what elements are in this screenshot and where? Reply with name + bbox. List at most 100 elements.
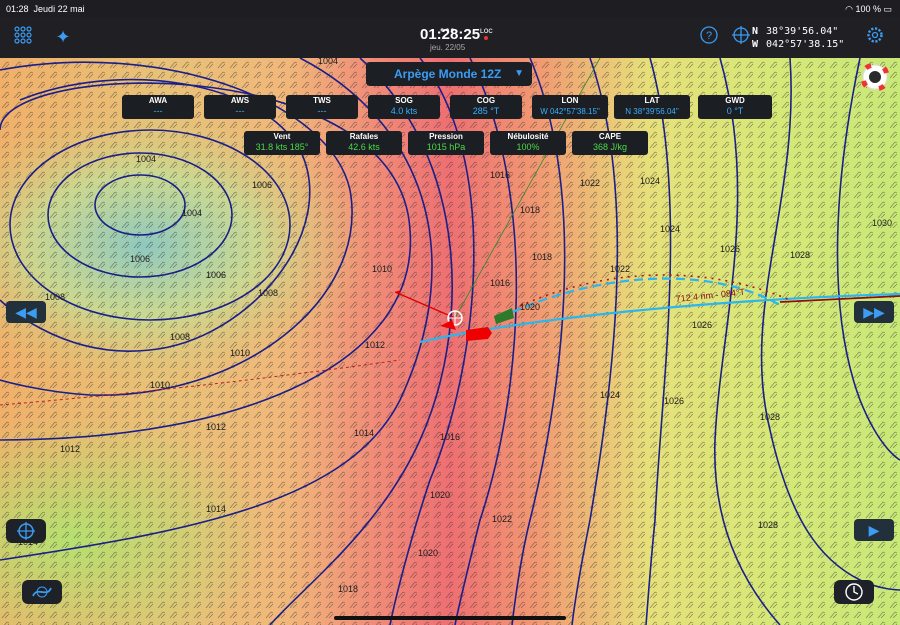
tile-label: SOG [395, 96, 413, 105]
isobar-label: 1028 [790, 250, 810, 260]
tile-nebulosite[interactable]: Nébulosité 100% [490, 131, 566, 155]
isobar-label: 1012 [365, 340, 385, 350]
tile-value: 0 °T [726, 106, 744, 116]
status-time: 01:28 [6, 4, 29, 14]
isobar-label: 1020 [520, 302, 540, 312]
clock-icon[interactable] [834, 580, 874, 604]
satellite-icon[interactable]: ✦ [52, 26, 74, 48]
tile-label: Nébulosité [507, 132, 549, 141]
tile-gwd[interactable]: GWD 0 °T [698, 95, 772, 119]
gear-icon[interactable] [864, 26, 886, 48]
svg-text:?: ? [706, 30, 712, 42]
weather-map[interactable]: 712.4 nm - 084°T 10041004100410061006100… [0, 0, 900, 625]
isobar-label: 1030 [872, 218, 892, 228]
tile-value: W 042°57'38.15" [540, 107, 600, 116]
isobar-label: 1008 [170, 332, 190, 342]
isobar-label: 1018 [532, 252, 552, 262]
isobar-label: 1010 [150, 380, 170, 390]
isobar-label: 1020 [418, 548, 438, 558]
tile-label: Pression [429, 132, 463, 141]
tile-aws[interactable]: AWS --- [204, 95, 276, 119]
clock-date: jeu. 22/05 [430, 43, 466, 52]
isobar-label: 1004 [136, 154, 156, 164]
tile-lon[interactable]: LON W 042°57'38.15" [532, 95, 608, 119]
isobar-label: 1010 [230, 348, 250, 358]
isobar-label: 1024 [660, 224, 680, 234]
tile-awa[interactable]: AWA --- [122, 95, 194, 119]
tile-sog[interactable]: SOG 4.0 kts [368, 95, 440, 119]
isobar-label: 1020 [430, 490, 450, 500]
tile-value: --- [235, 106, 245, 116]
tile-value: 31.8 kts 185° [255, 142, 309, 152]
isobar-label: 1006 [206, 270, 226, 280]
lifebuoy-icon[interactable] [858, 62, 892, 92]
tile-value: 1015 hPa [426, 142, 466, 152]
lon-hemisphere: W [752, 39, 759, 50]
isobar-label: 1028 [758, 520, 778, 530]
weather-model-selector[interactable]: Arpège Monde 12Z ▼ [366, 62, 532, 86]
play-icon[interactable]: ▶ [854, 519, 894, 541]
tile-rafales[interactable]: Rafales 42.6 kts [326, 131, 402, 155]
isobar-label: 1026 [692, 320, 712, 330]
apps-grid-icon[interactable] [12, 26, 34, 48]
isobar-label: 1008 [258, 288, 278, 298]
isobar-label: 1016 [490, 170, 510, 180]
tile-label: GWD [725, 96, 745, 105]
tile-label: CAPE [598, 132, 622, 141]
crosshair-icon[interactable] [6, 519, 46, 543]
wifi-icon: ◠ [845, 4, 853, 14]
tile-pression[interactable]: Pression 1015 hPa [408, 131, 484, 155]
tile-cog[interactable]: COG 285 °T [450, 95, 522, 119]
isobar-label: 1028 [760, 412, 780, 422]
isobar-label: 1016 [490, 278, 510, 288]
isobar-label: 1022 [610, 264, 630, 274]
tile-tws[interactable]: TWS --- [286, 95, 358, 119]
tile-label: AWS [230, 96, 250, 105]
home-indicator [334, 616, 566, 620]
isobar-label: 1004 [182, 208, 202, 218]
isobar-label: 1012 [206, 422, 226, 432]
tile-label: TWS [313, 96, 331, 105]
rewind-icon[interactable]: ◀◀ [6, 301, 46, 323]
status-bar: 01:28 Jeudi 22 mai ◠ 100 % ▭ [0, 0, 900, 18]
position-readout: N 38°39'56.04" W 042°57'38.15" [752, 25, 844, 51]
isobar-label: 1022 [580, 178, 600, 188]
weather-model-label: Arpège Monde 12Z [394, 67, 502, 81]
status-date: Jeudi 22 mai [33, 4, 85, 14]
tile-value: 4.0 kts [390, 106, 418, 116]
isobar-label: 1022 [492, 514, 512, 524]
tile-value: N 38°39'56.04" [625, 107, 679, 116]
isobar-label: 1026 [720, 244, 740, 254]
route-icon[interactable] [22, 580, 62, 604]
isobar-label: 1018 [338, 584, 358, 594]
isobar-label: 1024 [600, 390, 620, 400]
isobar-label: 1018 [520, 205, 540, 215]
tile-label: Vent [273, 132, 291, 141]
isobar-label: 1014 [354, 428, 374, 438]
tile-value: 368 J/kg [592, 142, 628, 152]
help-icon[interactable]: ? [698, 26, 720, 48]
tile-value: 285 °T [472, 106, 500, 116]
tile-cape[interactable]: CAPE 368 J/kg [572, 131, 648, 155]
tile-value: 100% [516, 142, 540, 152]
tile-label: LON [561, 96, 579, 105]
isobar-label: 1006 [252, 180, 272, 190]
isobar-label: 1008 [45, 292, 65, 302]
clock-time: 01:28:25 [420, 26, 481, 43]
tile-lat[interactable]: LAT N 38°39'56.04" [614, 95, 690, 119]
latitude: 38°39'56.04" [766, 26, 839, 37]
lat-hemisphere: N [752, 26, 759, 37]
crosshair-icon[interactable] [730, 26, 752, 48]
tile-label: COG [476, 96, 496, 105]
tile-value: --- [317, 106, 327, 116]
tile-vent[interactable]: Vent 31.8 kts 185° [244, 131, 320, 155]
isobar-label: 1026 [664, 396, 684, 406]
chevron-down-icon: ▼ [514, 68, 524, 79]
isobar-label: 1024 [640, 176, 660, 186]
tile-label: LAT [644, 96, 660, 105]
tile-label: Rafales [349, 132, 379, 141]
isobar-label: 1016 [440, 432, 460, 442]
isobar-label: 1012 [60, 444, 80, 454]
fast-forward-icon[interactable]: ▶▶ [854, 301, 894, 323]
battery-icon: ▭ [883, 4, 892, 14]
